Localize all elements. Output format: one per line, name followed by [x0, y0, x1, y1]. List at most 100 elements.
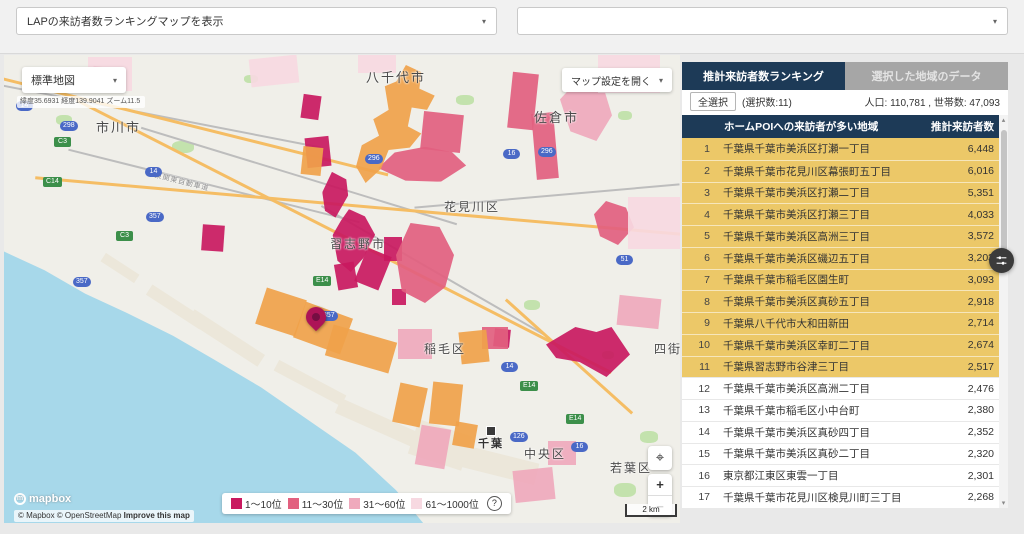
value-cell: 3,203 — [934, 252, 994, 264]
table-row[interactable]: 13 千葉県千葉市稲毛区小中台町 2,380 — [682, 399, 1008, 421]
rank-region-polygon[interactable] — [300, 94, 321, 120]
route-shield: 357 — [146, 212, 164, 222]
mapbox-logo[interactable]: m mapbox — [14, 493, 71, 505]
map-settings-label: マップ設定を開く — [571, 73, 651, 88]
scroll-up-icon[interactable]: ▴ — [999, 116, 1008, 124]
ranking-table: ホームPOIへの来訪者が多い地域 推計来訪者数 1 千葉県千葉市美浜区打瀬一丁目… — [682, 115, 1008, 508]
scroll-down-icon[interactable]: ▾ — [999, 499, 1008, 507]
select-all-button[interactable]: 全選択 — [690, 92, 736, 111]
app-window: LAPの来訪者数ランキングマップを表示 ▾ ▾ — [0, 0, 1024, 534]
chevron-down-icon: ▾ — [659, 76, 663, 85]
table-row[interactable]: 16 東京都江東区東雲一丁目 2,301 — [682, 464, 1008, 486]
table-row[interactable]: 2 千葉県千葉市花見川区幕張町五丁目 6,016 — [682, 160, 1008, 182]
map-settings-select[interactable]: マップ設定を開く ▾ — [562, 68, 672, 92]
value-cell: 2,380 — [934, 404, 994, 416]
table-row[interactable]: 6 千葉県千葉市美浜区磯辺五丁目 3,203 — [682, 247, 1008, 269]
area-cell: 千葉県千葉市美浜区真砂二丁目 — [723, 446, 934, 461]
table-row[interactable]: 15 千葉県千葉市美浜区真砂二丁目 2,320 — [682, 443, 1008, 465]
value-cell: 2,352 — [934, 426, 994, 438]
rank-region-polygon[interactable] — [420, 111, 464, 153]
selected-region-polygon[interactable] — [325, 325, 397, 374]
area-cell: 千葉県千葉市美浜区幸町二丁目 — [723, 338, 934, 353]
tab-visitor-ranking[interactable]: 推計来訪者数ランキング — [682, 62, 845, 90]
zoom-in-button[interactable]: + — [648, 474, 672, 496]
legend-item: 1〜10位 — [231, 496, 282, 511]
rank-cell: 17 — [688, 491, 710, 503]
rank-region-polygon[interactable] — [512, 467, 555, 503]
legend-item: 61〜1000位 — [411, 496, 478, 511]
ward-label: 花見川区 — [444, 198, 500, 215]
value-cell: 3,572 — [934, 230, 994, 242]
table-row[interactable]: 10 千葉県千葉市美浜区幸町二丁目 2,674 — [682, 334, 1008, 356]
route-shield: E14 — [566, 414, 584, 424]
area-cell: 千葉県千葉市美浜区打瀬二丁目 — [723, 185, 934, 200]
legend-swatch-rank2 — [288, 498, 299, 509]
scrollbar-thumb[interactable] — [1001, 130, 1007, 260]
table-row[interactable]: 4 千葉県千葉市美浜区打瀬三丁目 4,033 — [682, 203, 1008, 225]
route-shield: E14 — [520, 381, 538, 391]
map-canvas[interactable]: 市川市 八千代市 佐倉市 花見川区 習志野市 稲毛区 千葉 中央区 若葉区 四街… — [4, 55, 680, 523]
value-cell: 6,016 — [934, 165, 994, 177]
selected-region-polygon[interactable] — [429, 382, 463, 427]
table-row[interactable]: 3 千葉県千葉市美浜区打瀬二丁目 5,351 — [682, 182, 1008, 204]
improve-map-link[interactable]: Improve this map — [124, 511, 190, 520]
geolocate-icon: ⌖ — [656, 449, 664, 466]
selected-region-polygon[interactable] — [301, 146, 324, 176]
table-row[interactable]: 9 千葉県八千代市大和田新田 2,714 — [682, 312, 1008, 334]
legend-label: 11〜30位 — [302, 496, 344, 511]
route-shield: 51 — [616, 255, 633, 265]
chevron-down-icon: ▾ — [482, 17, 486, 26]
legend-item: 31〜60位 — [349, 496, 405, 511]
area-cell: 千葉県千葉市花見川区検見川町三丁目 — [723, 490, 934, 505]
toolbar: LAPの来訪者数ランキングマップを表示 ▾ ▾ — [0, 0, 1024, 54]
rank-region-polygon[interactable] — [201, 224, 225, 251]
rank-region-polygon[interactable] — [546, 327, 630, 377]
table-row[interactable]: 14 千葉県千葉市美浜区真砂四丁目 2,352 — [682, 421, 1008, 443]
map-display-select[interactable]: LAPの来訪者数ランキングマップを表示 ▾ — [16, 7, 497, 35]
rank-cell: 16 — [688, 470, 710, 482]
table-scrollbar[interactable]: ▴ ▾ — [999, 115, 1008, 508]
chevron-down-icon: ▾ — [113, 76, 117, 85]
tab-selected-area-data[interactable]: 選択した地域のデータ — [845, 62, 1008, 90]
area-cell: 千葉県千葉市花見川区幕張町五丁目 — [723, 164, 934, 179]
selection-count: (選択数:11) — [742, 94, 792, 109]
rank-cell: 1 — [688, 143, 710, 155]
rank-region-polygon[interactable] — [334, 261, 358, 290]
rank-region-polygon[interactable] — [396, 223, 454, 303]
map-display-select-value: LAPの来訪者数ランキングマップを表示 — [27, 13, 223, 29]
area-cell: 千葉県千葉市美浜区打瀬一丁目 — [723, 141, 934, 156]
table-row[interactable]: 11 千葉県習志野市谷津三丁目 2,517 — [682, 356, 1008, 378]
rank-region-polygon[interactable] — [249, 55, 300, 87]
secondary-select[interactable]: ▾ — [517, 7, 1008, 35]
table-row[interactable]: 12 千葉県千葉市美浜区高洲二丁目 2,476 — [682, 377, 1008, 399]
route-shield: 357 — [73, 277, 91, 287]
rank-cell: 3 — [688, 187, 710, 199]
rank-cell: 6 — [688, 252, 710, 264]
city-label: 八千代市 — [366, 67, 426, 86]
route-shield: 296 — [538, 147, 556, 157]
ward-label: 稲毛区 — [424, 340, 466, 357]
value-cell: 6,448 — [934, 143, 994, 155]
rank-region-polygon[interactable] — [628, 197, 680, 249]
legend-label: 1〜10位 — [245, 496, 282, 511]
table-row[interactable]: 7 千葉県千葉市稲毛区園生町 3,093 — [682, 269, 1008, 291]
table-row[interactable]: 1 千葉県千葉市美浜区打瀬一丁目 6,448 — [682, 138, 1008, 160]
map-style-select[interactable]: 標準地図 ▾ — [22, 67, 126, 93]
filter-fab-button[interactable] — [989, 248, 1014, 273]
route-shield: 14 — [145, 167, 162, 177]
mapbox-logo-icon: m — [14, 493, 26, 505]
rank-region-polygon[interactable] — [617, 295, 662, 329]
value-cell: 3,093 — [934, 274, 994, 286]
help-icon[interactable]: ? — [487, 496, 502, 511]
park-area — [524, 300, 540, 310]
table-row[interactable]: 17 千葉県千葉市花見川区検見川町三丁目 2,268 — [682, 486, 1008, 508]
selected-region-polygon[interactable] — [452, 421, 478, 448]
table-row[interactable]: 5 千葉県千葉市美浜区高洲三丁目 3,572 — [682, 225, 1008, 247]
value-cell: 2,476 — [934, 383, 994, 395]
map-attribution[interactable]: © Mapbox © OpenStreetMap Improve this ma… — [14, 510, 194, 522]
table-row[interactable]: 8 千葉県千葉市美浜区真砂五丁目 2,918 — [682, 290, 1008, 312]
geolocate-button[interactable]: ⌖ — [648, 446, 672, 470]
area-cell: 千葉県千葉市美浜区真砂五丁目 — [723, 294, 934, 309]
ward-label: 中央区 — [524, 445, 566, 462]
ward-label: 若葉区 — [610, 459, 652, 476]
